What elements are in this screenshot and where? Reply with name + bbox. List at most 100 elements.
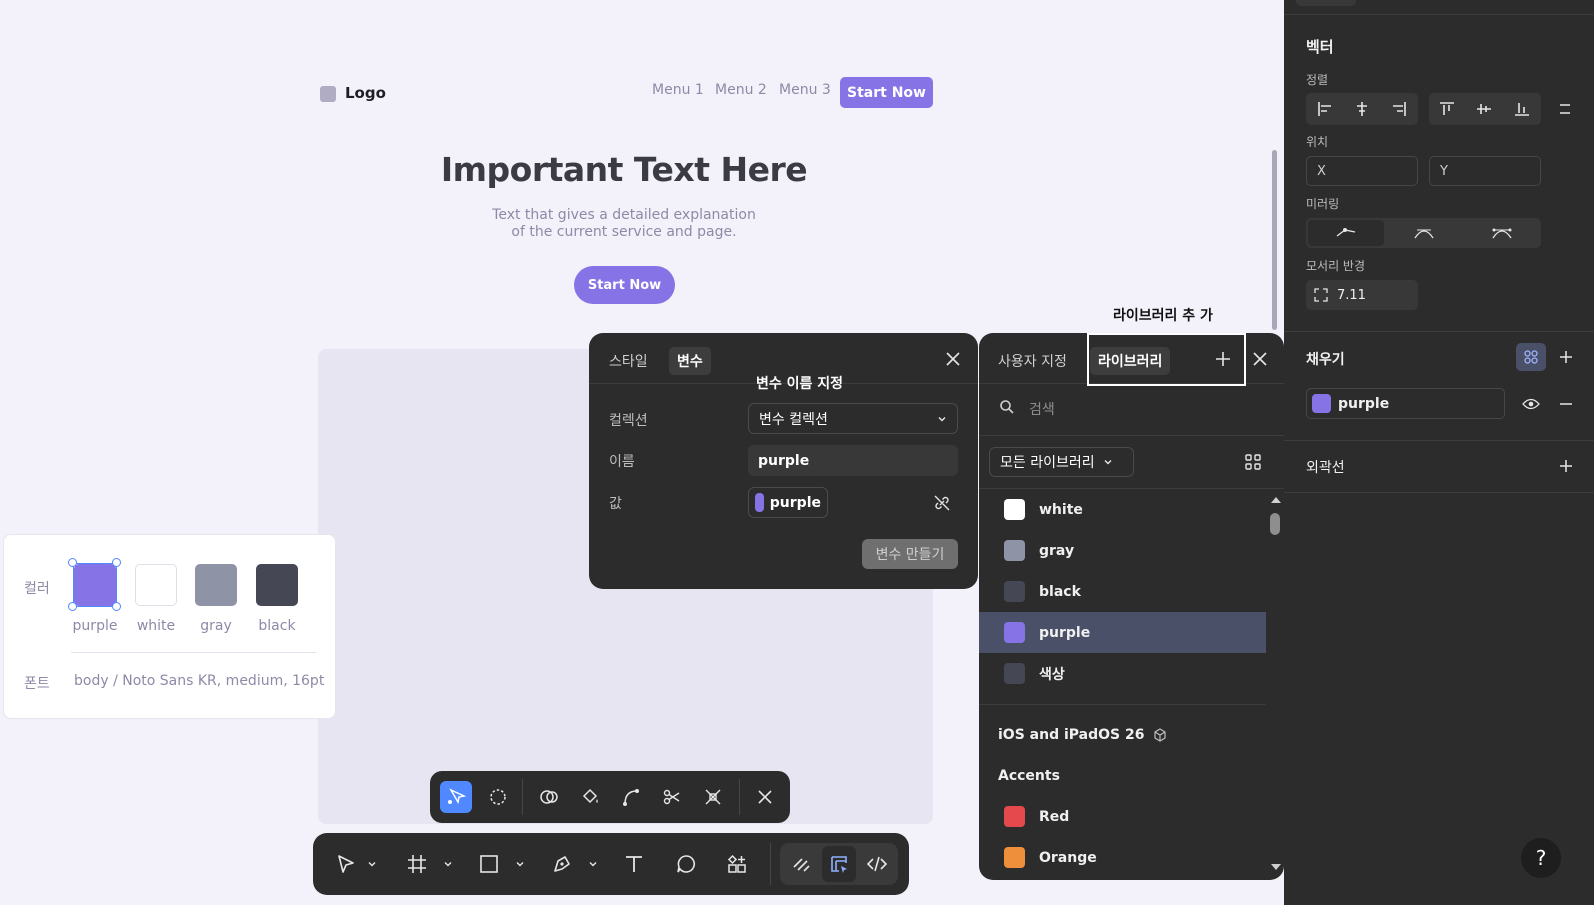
- close-icon[interactable]: [1248, 347, 1272, 371]
- align-bottom-icon[interactable]: [1511, 99, 1533, 119]
- mirror-angle-length-icon[interactable]: [1464, 220, 1540, 246]
- create-variable-button[interactable]: 변수 만들기: [862, 539, 958, 569]
- scroll-down-icon[interactable]: [1270, 863, 1282, 871]
- library-item[interactable]: white: [979, 489, 1266, 530]
- menu-3[interactable]: Menu 3: [779, 82, 831, 98]
- remove-node-icon[interactable]: [697, 781, 729, 813]
- help-button[interactable]: ?: [1521, 838, 1561, 878]
- bend-tool-icon[interactable]: [440, 781, 472, 813]
- pen-tool-icon[interactable]: [545, 847, 579, 881]
- align-right-icon[interactable]: [1388, 99, 1410, 119]
- distribute-icon[interactable]: [1554, 99, 1576, 119]
- cut-icon[interactable]: [656, 781, 688, 813]
- name-label: 이름: [609, 454, 635, 470]
- canvas-scrollbar[interactable]: [1272, 150, 1277, 330]
- menu-2[interactable]: Menu 2: [715, 82, 767, 98]
- library-item-selected[interactable]: purple: [979, 612, 1266, 653]
- top-control[interactable]: [1296, 0, 1356, 6]
- close-icon[interactable]: [749, 781, 781, 813]
- align-top-icon[interactable]: [1436, 99, 1458, 119]
- corner-radius-label: 모서리 반경: [1306, 259, 1366, 273]
- corner-radius-input[interactable]: 7.11: [1306, 280, 1418, 310]
- name-input[interactable]: purple: [748, 445, 958, 476]
- eye-icon[interactable]: [1521, 394, 1541, 414]
- grid-view-icon[interactable]: [1243, 452, 1263, 472]
- swatch-purple[interactable]: [74, 564, 116, 606]
- menu-1[interactable]: Menu 1: [652, 82, 704, 98]
- library-item[interactable]: black: [979, 571, 1266, 612]
- chevron-down-icon: [1104, 460, 1112, 465]
- shape-builder-icon[interactable]: [533, 781, 565, 813]
- font-label: 폰트: [24, 676, 50, 692]
- style-guide-card: 컬러 purple white gray black 폰트 body / Not…: [3, 534, 336, 719]
- swatch-gray[interactable]: [195, 564, 237, 606]
- add-fill-icon[interactable]: [1556, 347, 1576, 367]
- fill-library-icon[interactable]: [1516, 343, 1546, 371]
- design-mode-icon[interactable]: [822, 846, 856, 882]
- library-item[interactable]: Red: [979, 796, 1266, 837]
- text-tool-icon[interactable]: [617, 847, 651, 881]
- align-center-icon[interactable]: [1351, 99, 1373, 119]
- comment-tool-icon[interactable]: [669, 847, 703, 881]
- detach-icon[interactable]: [931, 492, 953, 514]
- hero-subtitle-line-2: of the current service and page.: [511, 224, 737, 240]
- paint-bucket-icon[interactable]: [574, 781, 606, 813]
- swatch-white[interactable]: [135, 564, 177, 606]
- toolbar-divider: [739, 779, 740, 815]
- tab-custom[interactable]: 사용자 지정: [990, 347, 1075, 375]
- chevron-down-icon[interactable]: [513, 857, 527, 871]
- fill-variable-chip[interactable]: purple: [1306, 388, 1505, 419]
- corner-radius-value: 7.11: [1337, 287, 1366, 303]
- add-stroke-icon[interactable]: [1556, 456, 1576, 476]
- item-swatch: [1004, 540, 1025, 561]
- scroll-up-icon[interactable]: [1270, 496, 1282, 504]
- draw-mode-icon[interactable]: [784, 847, 818, 881]
- mirror-none-icon[interactable]: [1308, 220, 1384, 246]
- chevron-down-icon[interactable]: [441, 857, 455, 871]
- library-item[interactable]: 색상: [979, 653, 1266, 694]
- library-item[interactable]: gray: [979, 530, 1266, 571]
- library-panel: 사용자 지정 라이브러리 검색 모든 라이브러리 white gray blac…: [979, 333, 1284, 880]
- close-icon[interactable]: [941, 347, 965, 371]
- vector-edit-toolbar: [430, 771, 790, 823]
- align-left-icon[interactable]: [1314, 99, 1336, 119]
- move-tool-icon[interactable]: [329, 847, 363, 881]
- tab-style[interactable]: 스타일: [601, 347, 656, 375]
- frame-tool-icon[interactable]: [400, 847, 434, 881]
- selection-handle[interactable]: [112, 602, 121, 611]
- chevron-down-icon[interactable]: [586, 857, 600, 871]
- swatch-black[interactable]: [256, 564, 298, 606]
- library-group-title[interactable]: iOS and iPadOS 26: [998, 727, 1168, 743]
- rectangle-tool-icon[interactable]: [472, 847, 506, 881]
- item-label: white: [1039, 501, 1083, 518]
- panel-divider: [1284, 492, 1594, 493]
- scrollbar-thumb[interactable]: [1270, 513, 1280, 535]
- selection-handle[interactable]: [68, 558, 77, 567]
- align-middle-icon[interactable]: [1473, 99, 1495, 119]
- x-input[interactable]: X: [1306, 156, 1418, 186]
- library-item[interactable]: Orange: [979, 837, 1266, 878]
- annotation-add-library: 라이브러리 추 가: [1113, 308, 1213, 324]
- collection-select[interactable]: 변수 컬렉션: [748, 403, 958, 434]
- chevron-down-icon[interactable]: [365, 857, 379, 871]
- collection-label: 컬렉션: [609, 413, 648, 429]
- mirror-angle-icon[interactable]: [1386, 220, 1462, 246]
- value-color-chip[interactable]: purple: [748, 487, 828, 518]
- library-filter-select[interactable]: 모든 라이브러리: [989, 447, 1134, 477]
- item-swatch: [1004, 847, 1025, 868]
- position-label: 위치: [1306, 135, 1329, 149]
- dev-mode-icon[interactable]: [860, 847, 894, 881]
- y-input[interactable]: Y: [1429, 156, 1541, 186]
- nav-start-button[interactable]: Start Now: [840, 77, 933, 108]
- remove-fill-icon[interactable]: [1556, 394, 1576, 414]
- resources-icon[interactable]: [720, 847, 754, 881]
- search-input[interactable]: 검색: [1029, 399, 1055, 419]
- lasso-icon[interactable]: [482, 781, 514, 813]
- collection-value: 변수 컬렉션: [759, 411, 828, 428]
- tab-variable[interactable]: 변수: [669, 347, 711, 375]
- curve-icon[interactable]: [615, 781, 647, 813]
- hero-start-button[interactable]: Start Now: [574, 266, 675, 304]
- panel-divider: [979, 435, 1284, 436]
- selection-handle[interactable]: [68, 602, 77, 611]
- selection-handle[interactable]: [112, 558, 121, 567]
